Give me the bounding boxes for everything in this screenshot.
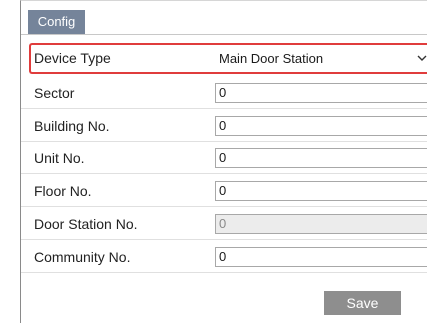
row-divider xyxy=(21,173,427,174)
door-station-no-row: Door Station No. 0 xyxy=(21,209,427,240)
building-no-input[interactable]: 0 xyxy=(215,116,427,136)
row-divider xyxy=(21,108,427,109)
community-no-row: Community No. 0 xyxy=(21,242,427,273)
unit-no-row: Unit No. 0 xyxy=(21,143,427,174)
tab-config[interactable]: Config xyxy=(28,10,85,34)
device-type-label: Device Type xyxy=(34,50,111,66)
device-type-select[interactable]: Main Door Station xyxy=(215,48,427,69)
device-type-value: Main Door Station xyxy=(219,51,324,66)
community-no-label: Community No. xyxy=(34,249,131,265)
floor-no-input[interactable]: 0 xyxy=(215,181,427,201)
sector-label: Sector xyxy=(34,85,75,101)
row-divider xyxy=(21,272,427,273)
door-station-no-label: Door Station No. xyxy=(34,216,138,232)
save-button[interactable]: Save xyxy=(324,291,401,315)
sector-input[interactable]: 0 xyxy=(215,83,427,103)
chevron-down-icon xyxy=(417,55,427,61)
row-divider xyxy=(21,206,427,207)
unit-no-input[interactable]: 0 xyxy=(215,148,427,168)
row-divider xyxy=(21,141,427,142)
row-divider xyxy=(21,239,427,240)
floor-no-row: Floor No. 0 xyxy=(21,176,427,207)
floor-no-label: Floor No. xyxy=(34,183,92,199)
building-no-label: Building No. xyxy=(34,118,110,134)
community-no-input[interactable]: 0 xyxy=(215,247,427,267)
building-no-row: Building No. 0 xyxy=(21,111,427,142)
sector-row: Sector 0 xyxy=(21,78,427,109)
unit-no-label: Unit No. xyxy=(34,150,85,166)
door-station-no-input: 0 xyxy=(215,214,427,234)
tab-divider xyxy=(21,34,427,35)
config-panel: Config Device Type Main Door Station Sec… xyxy=(20,0,427,323)
device-type-row: Device Type Main Door Station xyxy=(21,43,427,74)
